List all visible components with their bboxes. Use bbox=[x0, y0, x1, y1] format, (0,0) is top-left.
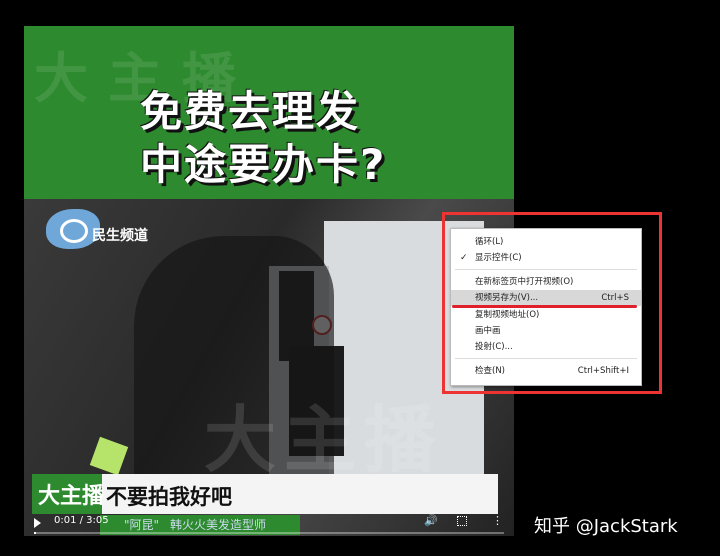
menu-item-picture-in-picture[interactable]: 画中画 bbox=[451, 323, 641, 339]
player-controls: 0:01 / 3:05 🔊 ⋮ bbox=[24, 506, 514, 536]
menu-item-label: 循环(L) bbox=[475, 237, 504, 247]
menu-item-show-controls[interactable]: ✓ 显示控件(C) bbox=[451, 250, 641, 266]
menu-item-label: 画中画 bbox=[475, 326, 501, 336]
headline-line2: 中途要办卡? bbox=[140, 140, 387, 189]
author-credit: 知乎 @JackStark bbox=[534, 516, 678, 537]
channel-name: 民生频道 bbox=[92, 228, 148, 244]
more-icon[interactable]: ⋮ bbox=[492, 514, 503, 527]
menu-item-shortcut: Ctrl+S bbox=[601, 293, 629, 303]
channel-logo-ring bbox=[60, 219, 88, 243]
menu-item-label: 在新标签页中打开视频(O) bbox=[475, 277, 574, 287]
play-icon[interactable] bbox=[34, 518, 41, 528]
progress-bar[interactable] bbox=[34, 532, 504, 534]
title-banner: 大主播 免费去理发 中途要办卡? bbox=[24, 26, 514, 199]
watermark-middle: 大主播 bbox=[204, 398, 445, 482]
menu-item-label: 投射(C)... bbox=[475, 342, 513, 352]
menu-item-shortcut: Ctrl+Shift+I bbox=[577, 366, 629, 376]
volume-icon[interactable]: 🔊 bbox=[424, 514, 438, 527]
checkmark-icon: ✓ bbox=[460, 253, 468, 263]
progress-fill bbox=[34, 532, 37, 534]
fullscreen-icon[interactable] bbox=[457, 516, 467, 526]
menu-item-copy-video-address[interactable]: 复制视频地址(O) bbox=[451, 307, 641, 323]
menu-item-loop[interactable]: 循环(L) bbox=[451, 234, 641, 250]
menu-item-save-video-as[interactable]: 视频另存为(V)... Ctrl+S bbox=[451, 290, 641, 306]
headline-line1: 免费去理发 bbox=[140, 87, 361, 136]
menu-item-label: 显示控件(C) bbox=[475, 253, 522, 263]
menu-item-inspect[interactable]: 检查(N) Ctrl+Shift+I bbox=[451, 363, 641, 379]
time-display: 0:01 / 3:05 bbox=[54, 515, 109, 526]
annotation-underline bbox=[452, 305, 637, 308]
menu-item-label: 检查(N) bbox=[475, 366, 505, 376]
menu-item-label: 视频另存为(V)... bbox=[475, 293, 539, 303]
menu-separator bbox=[455, 358, 637, 359]
menu-item-cast[interactable]: 投射(C)... bbox=[451, 339, 641, 355]
video-player[interactable]: 大主播 免费去理发 中途要办卡? 民生频道 大主播 大主播 不要拍我好吧 "阿昆… bbox=[24, 26, 514, 536]
menu-item-label: 复制视频地址(O) bbox=[475, 310, 540, 320]
menu-item-open-new-tab[interactable]: 在新标签页中打开视频(O) bbox=[451, 274, 641, 290]
menu-separator bbox=[455, 269, 637, 270]
